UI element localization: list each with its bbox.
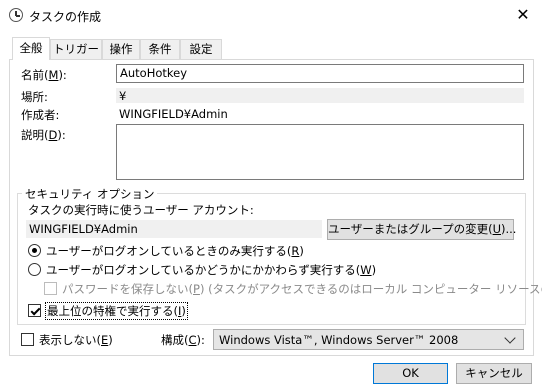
run-whether-logged-on-radio[interactable] [28,263,41,276]
run-whether-logged-on-label[interactable]: ユーザーがログオンしているかどうかにかかわらず実行する(W) [46,262,376,278]
security-options-title: セキュリティ オプション [22,186,158,202]
cancel-button[interactable]: キャンセル [456,363,532,384]
description-label: 説明(D): [21,128,66,142]
location-label: 場所: [21,90,48,104]
chevron-down-icon [504,332,516,344]
run-only-logged-on-label[interactable]: ユーザーがログオンしているときのみ実行する(R) [46,243,304,259]
run-highest-privileges-checkbox[interactable] [28,304,41,317]
window-title: タスクの作成 [29,10,102,24]
change-user-button[interactable]: ユーザーまたはグループの変更(U)... [327,219,516,240]
do-not-store-password-label: パスワードを保存しない(P) (タスクがアクセスできるのはローカル コンピュータ… [62,282,542,296]
account-value: WINGFIELD¥Admin [26,220,322,238]
name-label: 名前(M): [21,68,67,82]
run-highest-privileges-label[interactable]: 最上位の特権で実行する(I) [45,302,188,320]
author-value: WINGFIELD¥Admin [119,107,228,121]
configure-for-select[interactable]: Windows Vista™, Windows Server™ 2008 [213,329,524,350]
tab-conditions[interactable]: 条件 [140,39,180,59]
configure-for-value: Windows Vista™, Windows Server™ 2008 [219,333,459,347]
tab-settings[interactable]: 設定 [180,39,222,59]
tab-triggers[interactable]: トリガー [50,39,102,59]
hidden-checkbox[interactable] [21,333,34,346]
account-prompt: タスクの実行時に使うユーザー アカウント: [28,203,254,217]
tab-actions[interactable]: 操作 [102,39,140,59]
general-tab-panel: 名前(M): AutoHotkey 場所: ¥ 作成者: WINGFIELD¥A… [9,59,542,356]
name-input[interactable]: AutoHotkey [116,64,524,83]
hidden-label[interactable]: 表示しない(E) [39,332,113,348]
tab-general[interactable]: 全般 [12,37,50,60]
clock-icon [9,8,23,22]
configure-for-label: 構成(C): [161,333,205,347]
close-button[interactable]: ✕ [508,2,538,28]
description-input[interactable] [116,124,524,180]
author-label: 作成者: [21,108,60,122]
run-only-logged-on-radio[interactable] [28,244,41,257]
ok-button[interactable]: OK [373,363,448,384]
location-value: ¥ [116,88,524,103]
do-not-store-password-checkbox[interactable] [44,282,57,295]
